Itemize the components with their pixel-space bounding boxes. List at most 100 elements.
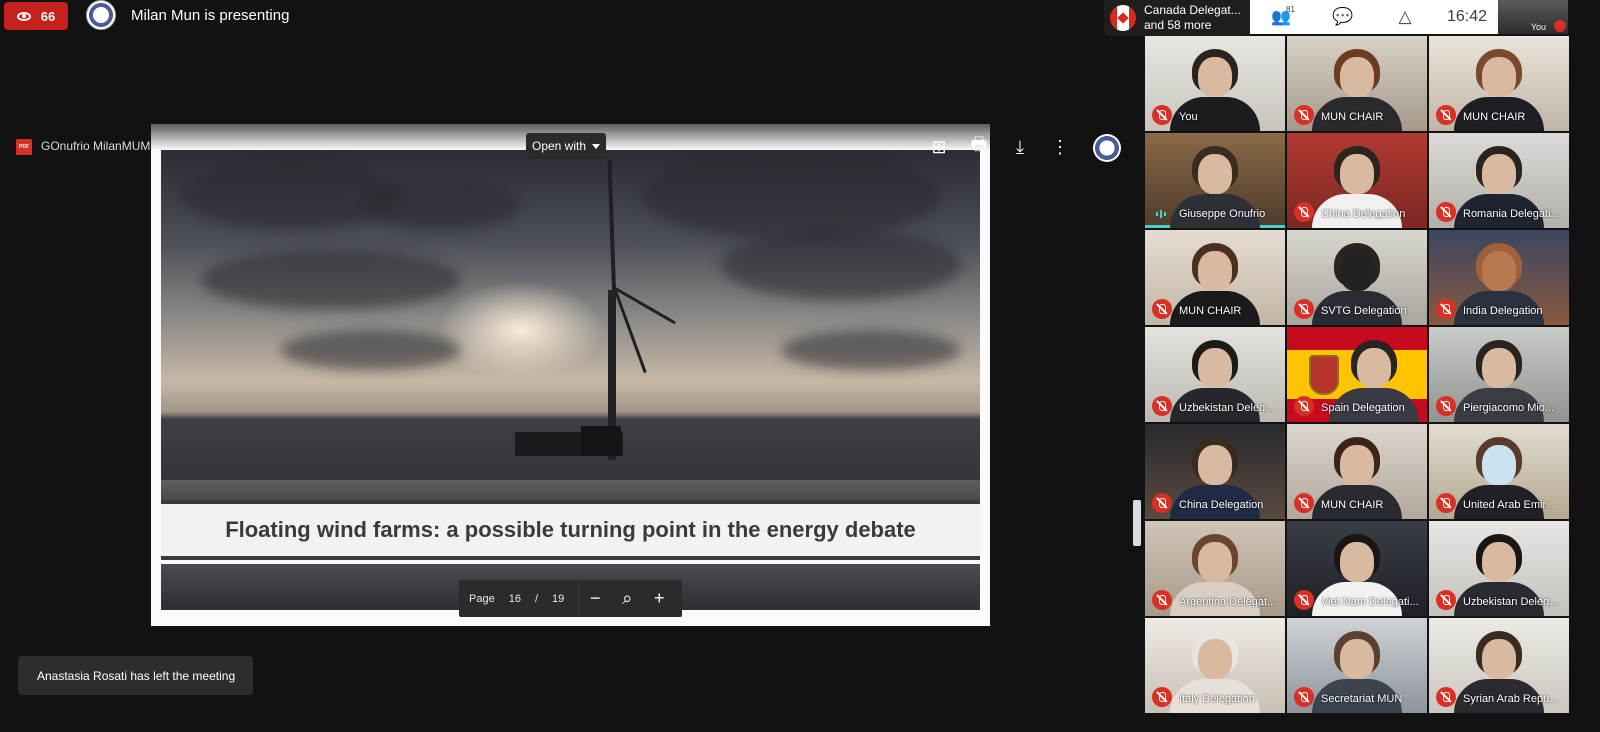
canada-flag-icon [1110, 5, 1136, 31]
zoom-in-button[interactable]: + [643, 588, 675, 609]
slide-caption: Floating wind farms: a possible turning … [161, 500, 980, 560]
zoom-icon[interactable]: ⌕ [611, 588, 643, 609]
participant-tile-speaking[interactable]: Giuseppe Onufrio [1145, 133, 1285, 228]
participant-name: China Delegation [1321, 208, 1406, 220]
participant-name: Uzbekistan Deleg... [1179, 402, 1275, 414]
shapes-icon: △ [1398, 7, 1412, 26]
participant-name: MUN CHAIR [1321, 499, 1384, 511]
pdf-page: Floating wind farms: a possible turning … [151, 124, 990, 626]
scrollbar[interactable] [1133, 500, 1141, 546]
participant-tile[interactable]: MUN CHAIR [1287, 424, 1427, 519]
participant-tile[interactable]: Syrian Arab Repu... [1429, 618, 1569, 713]
pinned-name: Canada Delegat... [1144, 3, 1241, 17]
mic-off-icon [1294, 687, 1314, 707]
participant-tile[interactable]: China Delegation [1145, 424, 1285, 519]
meet-window: 66 Milan Mun is presenting Canada Delega… [0, 0, 1600, 732]
meeting-toolbar: 👥 81 💬 △ 16:42 [1250, 0, 1498, 34]
mic-off-icon [1294, 105, 1314, 125]
participant-name: MUN CHAIR [1179, 305, 1242, 317]
participant-tile[interactable]: China Delegation [1287, 133, 1427, 228]
self-view-thumbnail[interactable]: You [1498, 0, 1568, 34]
mic-off-icon [1436, 299, 1456, 319]
page-label: Page [469, 592, 495, 605]
page-total: 19 [552, 592, 565, 605]
participant-name: Secretariat MUN [1321, 693, 1403, 705]
participant-tile[interactable]: MUN CHAIR [1287, 36, 1427, 131]
zoom-out-button[interactable]: − [579, 588, 611, 609]
mic-off-icon [1436, 687, 1456, 707]
mic-off-icon [1436, 493, 1456, 513]
mic-off-icon [1294, 299, 1314, 319]
speaking-indicator-icon [1156, 210, 1170, 218]
participant-name: MUN CHAIR [1463, 111, 1526, 123]
presenting-label: Milan Mun is presenting [131, 7, 290, 24]
participant-tile[interactable]: MUN CHAIR [1145, 230, 1285, 325]
participant-tile[interactable]: Secretariat MUN [1287, 618, 1427, 713]
people-button[interactable]: 👥 81 [1250, 0, 1312, 34]
participant-tile[interactable]: United Arab Emir... [1429, 424, 1569, 519]
mic-off-icon [1152, 493, 1172, 513]
participant-name: Giuseppe Onufrio [1179, 208, 1266, 220]
participant-tile[interactable]: Italy Delegation [1145, 618, 1285, 713]
participant-tile[interactable]: MUN CHAIR [1429, 36, 1569, 131]
add-comment-button[interactable]: ⊞ [928, 136, 950, 158]
notification-toast: Anastasia Rosati has left the meeting [18, 656, 253, 695]
chat-button[interactable]: 💬 [1312, 0, 1374, 34]
participant-tile[interactable]: Argentina Delegat... [1145, 521, 1285, 616]
mic-off-icon [1436, 202, 1456, 222]
pdf-file-icon: PDF [16, 139, 32, 155]
participant-name: United Arab Emir... [1463, 499, 1555, 511]
page-current[interactable]: 16 [509, 593, 521, 605]
slide-caption-text: Floating wind farms: a possible turning … [225, 517, 916, 542]
print-button[interactable]: 🖶 [968, 134, 990, 158]
page-navigator: Page 16 / 19 − ⌕ + [459, 580, 682, 617]
mic-off-icon [1152, 590, 1172, 610]
mic-off-icon [1152, 396, 1172, 416]
pinned-participant-chip[interactable]: Canada Delegat... and 58 more [1104, 0, 1250, 36]
mic-off-icon [1152, 299, 1172, 319]
mic-off-icon [1294, 493, 1314, 513]
self-label: You [1530, 22, 1546, 32]
viewers-count: 66 [40, 8, 56, 24]
mic-off-icon [1294, 396, 1314, 416]
participant-name: Romania Delegati... [1463, 208, 1560, 220]
participant-name: China Delegation [1179, 499, 1264, 511]
presenter-logo [86, 0, 116, 30]
participant-tile[interactable]: Uzbekistan Deleg... [1145, 327, 1285, 422]
mic-off-icon [1294, 202, 1314, 222]
mic-off-icon [1436, 105, 1456, 125]
participant-tile[interactable]: India Delegation [1429, 230, 1569, 325]
participant-tile[interactable]: Uzbekistan Deleg... [1429, 521, 1569, 616]
viewers-badge[interactable]: 66 [4, 2, 68, 30]
participant-tile[interactable]: You [1145, 36, 1285, 131]
wind-turbine-photo [161, 150, 980, 524]
participant-name: Spain Delegation [1321, 402, 1405, 414]
participant-name: Viet Nam Delegati... [1321, 596, 1419, 608]
participant-name: Italy Delegation [1179, 693, 1255, 705]
open-with-button[interactable]: Open with [526, 133, 606, 159]
participant-name: Uzbekistan Deleg... [1463, 596, 1559, 608]
participant-name: Argentina Delegat... [1179, 596, 1277, 608]
mic-off-icon [1152, 105, 1172, 125]
participant-tile[interactable]: Romania Delegati... [1429, 133, 1569, 228]
activities-button[interactable]: △ [1374, 0, 1436, 34]
more-options-button[interactable]: ⋮ [1049, 136, 1071, 158]
participant-tile[interactable]: Viet Nam Delegati... [1287, 521, 1427, 616]
download-button[interactable]: ⤓ [1009, 136, 1031, 158]
participant-tile[interactable]: Spain Delegation [1287, 327, 1427, 422]
participant-grid: You MUN CHAIR MUN CHAIR Giuseppe Onufrio… [1145, 36, 1569, 716]
participant-tile[interactable]: Piergiacomo Mio... [1429, 327, 1569, 422]
mic-off-icon [1294, 590, 1314, 610]
participant-name: India Delegation [1463, 305, 1543, 317]
chevron-down-icon [592, 143, 601, 149]
eye-icon [16, 11, 31, 21]
page-separator: / [534, 592, 539, 605]
account-avatar[interactable] [1093, 134, 1121, 162]
mic-off-icon [1554, 20, 1566, 32]
mic-off-icon [1152, 687, 1172, 707]
mic-off-icon [1436, 590, 1456, 610]
participant-name: SVTG Delegation [1321, 305, 1407, 317]
participant-name: MUN CHAIR [1321, 111, 1384, 123]
clock: 16:42 [1446, 8, 1488, 25]
participant-tile[interactable]: SVTG Delegation [1287, 230, 1427, 325]
